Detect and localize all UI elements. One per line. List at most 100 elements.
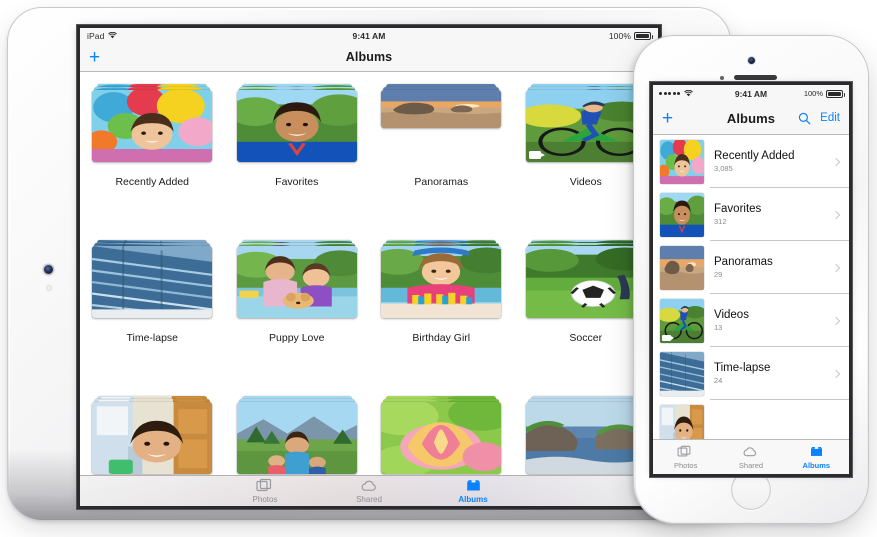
iphone-tab-bar: Photos Shared Albums [653, 439, 849, 474]
list-item-text: Recently Added 3,085 [714, 150, 795, 173]
iphone-status-right: 100% [804, 89, 845, 98]
album-cell[interactable]: Birthday Girl [369, 240, 514, 344]
album-cell[interactable]: Recently Added [80, 84, 225, 188]
album-cover-photo[interactable] [92, 402, 213, 474]
album-cover-photo[interactable] [381, 90, 502, 128]
add-album-button[interactable]: + [662, 109, 673, 128]
ipad-status-right: 100% [608, 30, 653, 41]
tab-shared[interactable]: Shared [340, 478, 398, 504]
album-thumbnail-stack[interactable] [236, 240, 357, 320]
album-thumbnail-stack[interactable] [236, 84, 357, 164]
search-icon[interactable] [798, 112, 811, 125]
add-album-button[interactable]: + [89, 48, 100, 67]
album-photo-count: 312 [714, 217, 727, 226]
album-photo-count: 13 [714, 323, 723, 332]
chevron-right-icon [831, 210, 841, 219]
ipad-device: iPad 9:41 AM 100% + Albums Recently Adde… [8, 8, 730, 520]
album-thumbnail-stack[interactable] [525, 84, 646, 164]
album-label: Birthday Girl [412, 332, 471, 344]
list-item[interactable]: Panoramas 29 [653, 241, 849, 294]
album-label: Puppy Love [269, 332, 325, 344]
album-label: Favorites [275, 176, 319, 188]
album-cover-photo[interactable] [92, 90, 213, 162]
chevron-right-icon [831, 263, 841, 272]
chevron-right-icon [831, 369, 841, 378]
cloud-icon [744, 446, 757, 456]
album-thumbnail [660, 245, 704, 290]
list-item[interactable]: Time-lapse 24 [653, 347, 849, 400]
album-cell[interactable]: Favorites [225, 84, 370, 188]
album-cell[interactable]: Time-lapse [80, 240, 225, 344]
iphone-front-camera-icon [747, 57, 755, 64]
tab-albums[interactable]: Albums [791, 445, 841, 470]
album-cover-photo[interactable] [236, 90, 357, 162]
ipad-battery-percent: 100% [608, 30, 631, 41]
album-name: Recently Added [714, 150, 795, 162]
album-label: Soccer [569, 332, 603, 344]
album-cover-photo[interactable] [381, 402, 502, 474]
album-cell[interactable]: Puppy Love [225, 240, 370, 344]
list-item[interactable]: Recently Added 3,085 [653, 135, 849, 188]
tab-photos[interactable]: Photos [661, 445, 711, 470]
album-name: Time-lapse [714, 362, 771, 374]
album-cover-photo[interactable] [381, 246, 502, 318]
list-item-text: Panoramas 29 [714, 256, 773, 279]
album-photo-count: 3,085 [714, 164, 733, 173]
iphone-album-list[interactable]: Recently Added 3,085 Favorites 312 Panoramas… [653, 135, 849, 439]
tab-label: Albums [802, 460, 831, 470]
iphone-home-button[interactable] [731, 470, 771, 510]
album-cell[interactable]: Panoramas [369, 84, 514, 188]
chevron-right-icon [831, 157, 841, 166]
album-thumbnail-stack[interactable] [381, 240, 502, 320]
iphone-screen: 9:41 AM 100% + Albums Edit Recently Adde [653, 85, 849, 474]
tab-photos[interactable]: Photos [236, 478, 294, 504]
tab-label: Photos [673, 460, 698, 470]
list-item[interactable]: Videos 13 [653, 294, 849, 347]
album-cover-photo[interactable] [236, 402, 357, 474]
album-thumbnail [660, 192, 704, 237]
screenshot-stage: iPad 9:41 AM 100% + Albums Recently Adde… [0, 0, 877, 537]
albums-icon [810, 446, 822, 456]
album-thumbnail [660, 404, 704, 439]
ipad-clock: 9:41 AM [352, 30, 386, 41]
album-cover-photo[interactable] [236, 246, 357, 318]
list-item-text: Favorites 312 [714, 203, 761, 226]
iphone-earpiece-speaker [734, 75, 777, 80]
list-item[interactable] [653, 400, 849, 439]
album-cover-photo[interactable] [525, 402, 646, 474]
album-cover-photo[interactable] [525, 246, 646, 318]
album-cover-photo[interactable] [92, 246, 213, 318]
album-label: Recently Added [115, 176, 190, 188]
ipad-front-camera-icon [44, 265, 53, 274]
album-cover-photo[interactable] [525, 90, 646, 162]
ipad-page-title: Albums [345, 50, 393, 64]
album-thumbnail-stack[interactable] [236, 396, 357, 476]
chevron-right-icon [831, 316, 841, 325]
album-label: Panoramas [414, 176, 469, 188]
album-thumbnail-stack[interactable] [525, 240, 646, 320]
iphone-nav-actions: Edit [798, 112, 840, 125]
albums-icon [466, 480, 480, 491]
tab-label: Shared [356, 495, 382, 504]
album-label: Videos [569, 176, 602, 188]
album-thumbnail-stack[interactable] [92, 84, 213, 164]
album-thumbnail-stack[interactable] [525, 396, 646, 476]
album-label: Time-lapse [126, 332, 179, 344]
tab-shared[interactable]: Shared [726, 445, 776, 470]
list-item-text: Videos 13 [714, 309, 749, 332]
album-photo-count: 29 [714, 270, 723, 279]
tab-label: Photos [252, 495, 278, 504]
ipad-album-grid: Recently Added Favorites Panoramas Videos Ti… [80, 72, 658, 506]
album-thumbnail-stack[interactable] [92, 396, 213, 476]
album-name: Favorites [714, 203, 762, 215]
photos-icon [677, 445, 691, 456]
edit-button[interactable]: Edit [820, 112, 840, 124]
album-thumbnail-stack[interactable] [381, 396, 502, 476]
album-thumbnail-stack[interactable] [92, 240, 213, 320]
album-photo-count: 24 [714, 376, 723, 385]
list-item[interactable]: Favorites 312 [653, 188, 849, 241]
tab-albums[interactable]: Albums [444, 478, 502, 504]
album-thumbnail-stack[interactable] [381, 84, 502, 130]
ipad-screen: iPad 9:41 AM 100% + Albums Recently Adde… [80, 28, 658, 506]
album-name: Videos [714, 309, 749, 321]
